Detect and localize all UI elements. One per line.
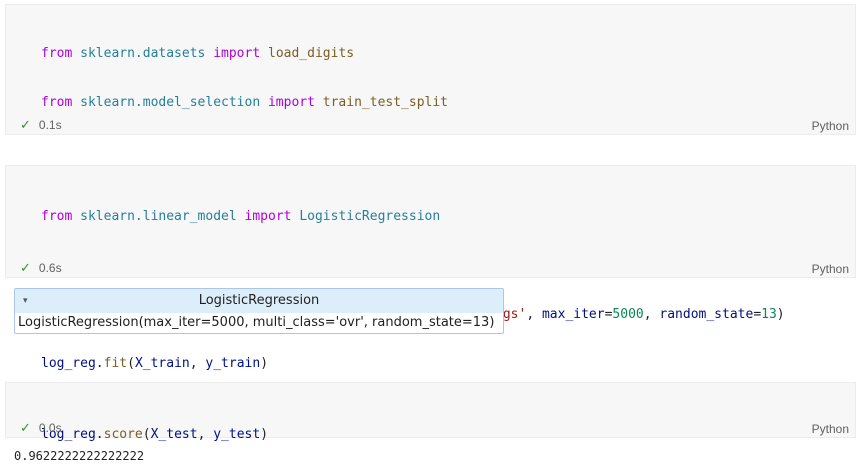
code-line: log_reg.fit(X_train, y_train) xyxy=(41,356,269,371)
execution-time: 0.1s xyxy=(38,118,62,132)
language-label[interactable]: Python xyxy=(812,262,849,276)
code-cell-1[interactable]: from sklearn.datasets import load_digits… xyxy=(5,4,856,257)
check-icon: ✓ xyxy=(20,260,31,275)
code-cell-2[interactable]: from sklearn.linear_model import Logisti… xyxy=(5,165,856,371)
code-cell-3[interactable]: log_reg.score(X_test, y_test) ✓ 0.0s Pyth… xyxy=(5,382,856,442)
code-line: log_reg.score(X_test, y_test) xyxy=(41,427,269,442)
check-icon: ✓ xyxy=(20,117,31,132)
execution-time: 0.6s xyxy=(38,261,62,275)
cell-status: ✓ 0.1s xyxy=(20,117,62,133)
execution-time: 0.0s xyxy=(38,421,62,435)
language-label[interactable]: Python xyxy=(812,422,849,436)
estimator-repr-text: LogisticRegression(max_iter=5000, multi_… xyxy=(18,315,495,330)
code-line: from sklearn.datasets import load_digits xyxy=(41,46,355,61)
cell-output-text: 0.9622222222222222 xyxy=(14,449,145,463)
code-editor-3[interactable]: log_reg.score(X_test, y_test) xyxy=(41,395,845,474)
estimator-repr-widget[interactable]: ▾ LogisticRegression LogisticRegression(… xyxy=(14,288,504,334)
code-line: from sklearn.model_selection import trai… xyxy=(41,95,449,110)
estimator-title: LogisticRegression xyxy=(198,293,320,308)
chevron-down-icon[interactable]: ▾ xyxy=(23,289,28,313)
code-line: from sklearn.linear_model import Logisti… xyxy=(41,209,441,224)
estimator-header[interactable]: ▾ LogisticRegression xyxy=(15,289,503,313)
check-icon: ✓ xyxy=(20,420,31,435)
language-label[interactable]: Python xyxy=(812,119,849,133)
cell-status: ✓ 0.0s xyxy=(20,420,62,436)
cell-status: ✓ 0.6s xyxy=(20,260,62,276)
